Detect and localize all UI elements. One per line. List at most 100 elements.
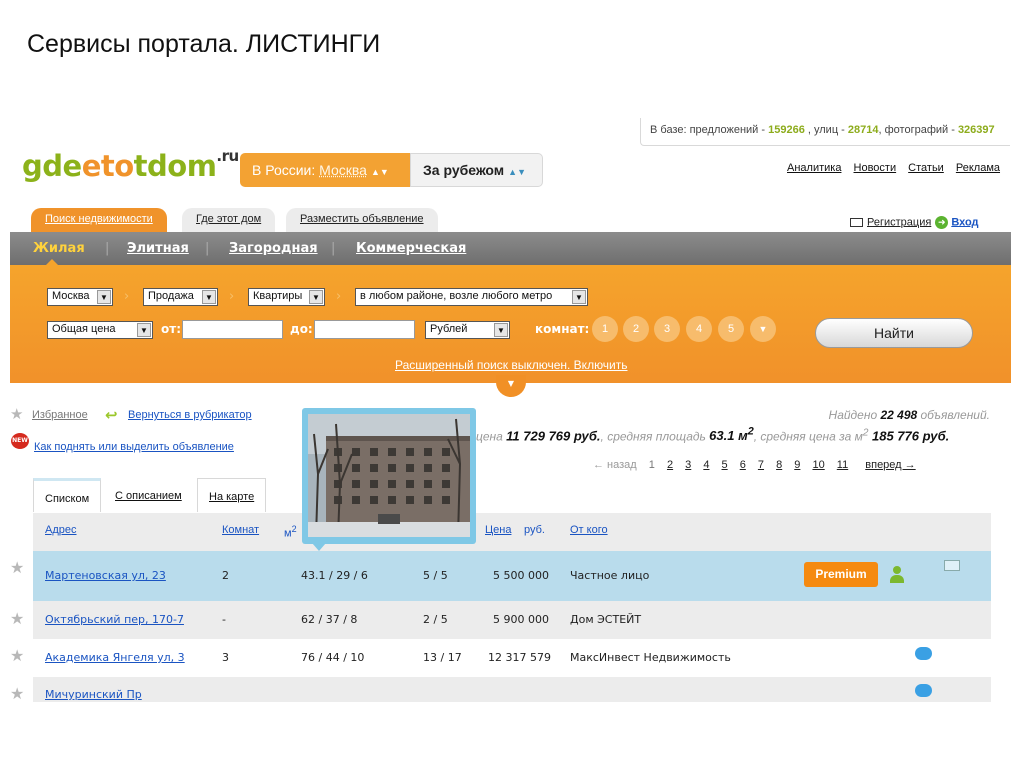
row-address[interactable]: Мартеновская ул, 23 bbox=[45, 569, 166, 582]
table-row[interactable]: Октябрьский пер, 170-7 - 62 / 37 / 8 2 /… bbox=[33, 601, 991, 639]
pager-next[interactable]: вперед → bbox=[865, 459, 915, 471]
favorites-link[interactable]: Избранное bbox=[32, 409, 88, 421]
articles-link[interactable]: Статьи bbox=[908, 162, 944, 174]
header-address[interactable]: Адрес bbox=[45, 524, 77, 536]
login-link[interactable]: Вход bbox=[951, 216, 978, 228]
more-rooms-icon[interactable]: ▼ bbox=[750, 316, 776, 342]
row-address[interactable]: Академика Янгеля ул, 3 bbox=[45, 651, 185, 664]
logo-part-3: tdom bbox=[133, 149, 217, 183]
pager-page[interactable]: 2 bbox=[667, 459, 673, 471]
tab-description-view[interactable]: С описанием bbox=[104, 478, 193, 512]
updown-icon: ▲▼ bbox=[508, 167, 526, 177]
pagination: ← назад 1 2 3 4 5 6 7 8 9 10 11 вперед → bbox=[593, 459, 916, 471]
category-elite[interactable]: Элитная bbox=[127, 241, 189, 256]
stats-prefix: В базе: предложений - bbox=[650, 124, 769, 136]
pager-page[interactable]: 3 bbox=[685, 459, 691, 471]
row-address[interactable]: Мичуринский Пр bbox=[45, 688, 142, 701]
category-commercial[interactable]: Коммерческая bbox=[356, 241, 466, 256]
category-nav: Жилая | Элитная | Загородная | Коммерчес… bbox=[10, 232, 1011, 265]
favorite-star-icon[interactable]: ★ bbox=[10, 609, 24, 628]
chevron-right-icon: › bbox=[229, 289, 235, 304]
ads-link[interactable]: Реклама bbox=[956, 162, 1000, 174]
comment-bubble-icon[interactable] bbox=[915, 647, 932, 660]
area-value: в любом районе, возле любого метро bbox=[360, 290, 553, 302]
price-to-label: до: bbox=[290, 322, 313, 336]
building-photo[interactable] bbox=[308, 414, 470, 537]
photo-icon[interactable] bbox=[944, 560, 960, 571]
found-count: Найдено 22 498 объявлений. bbox=[829, 408, 990, 422]
header-from[interactable]: От кого bbox=[570, 524, 608, 536]
register-link[interactable]: Регистрация bbox=[867, 216, 931, 228]
row-floor: 5 / 5 bbox=[423, 569, 448, 582]
chevron-right-icon: › bbox=[336, 289, 342, 304]
tab-map-view[interactable]: На карте bbox=[197, 478, 267, 512]
table-header: Адрес Комнат м2 Цена руб. От кого bbox=[33, 513, 991, 551]
pager-page[interactable]: 4 bbox=[703, 459, 709, 471]
updown-icon: ▲▼ bbox=[370, 167, 389, 177]
favorite-star-icon[interactable]: ★ bbox=[10, 558, 24, 577]
collapse-panel-icon[interactable]: ▼ bbox=[496, 375, 526, 397]
room-4-button[interactable]: 4 bbox=[686, 316, 712, 342]
news-link[interactable]: Новости bbox=[854, 162, 897, 174]
header-area[interactable]: м2 bbox=[284, 524, 297, 540]
row-area: 43.1 / 29 / 6 bbox=[301, 569, 368, 582]
room-2-button[interactable]: 2 bbox=[623, 316, 649, 342]
pager-page[interactable]: 5 bbox=[722, 459, 728, 471]
find-button[interactable]: Найти bbox=[815, 318, 973, 348]
price-from-input[interactable] bbox=[182, 320, 283, 339]
deal-select[interactable]: Продажа ▼ bbox=[143, 288, 218, 306]
analytics-link[interactable]: Аналитика bbox=[787, 162, 841, 174]
row-floor: 13 / 17 bbox=[423, 651, 462, 664]
pager-page[interactable]: 8 bbox=[776, 459, 782, 471]
table-row[interactable]: Мичуринский Пр bbox=[33, 677, 991, 702]
area-select[interactable]: в любом районе, возле любого метро ▼ bbox=[355, 288, 588, 306]
advanced-search-toggle[interactable]: Расширенный поиск выключен. Включить bbox=[395, 358, 628, 372]
auth-links: Регистрация ➜ Вход bbox=[850, 216, 979, 229]
back-arrow-icon: ↩ bbox=[105, 406, 118, 424]
pager-back[interactable]: ← назад bbox=[593, 459, 637, 471]
popup-pointer bbox=[312, 543, 326, 551]
pager-page[interactable]: 6 bbox=[740, 459, 746, 471]
pager-page[interactable]: 11 bbox=[837, 459, 848, 471]
row-area: 76 / 44 / 10 bbox=[301, 651, 365, 664]
room-3-button[interactable]: 3 bbox=[654, 316, 680, 342]
deal-value: Продажа bbox=[148, 290, 194, 302]
room-5-button[interactable]: 5 bbox=[718, 316, 744, 342]
table-row[interactable]: Академика Янгеля ул, 3 3 76 / 44 / 10 13… bbox=[33, 639, 991, 677]
category-residential[interactable]: Жилая bbox=[33, 241, 85, 256]
tab-post-ad[interactable]: Разместить объявление bbox=[286, 208, 438, 232]
category-country[interactable]: Загородная bbox=[229, 241, 318, 256]
avg-price: 11 729 769 руб. bbox=[506, 428, 601, 444]
room-1-button[interactable]: 1 bbox=[592, 316, 618, 342]
row-price: 12 317 579 bbox=[488, 651, 551, 664]
price-type-select[interactable]: Общая цена ▼ bbox=[47, 321, 153, 339]
stats-offers: 159266 bbox=[768, 124, 805, 136]
header-rooms[interactable]: Комнат bbox=[222, 524, 259, 536]
currency-select[interactable]: Рублей ▼ bbox=[425, 321, 510, 339]
favorite-star-icon[interactable]: ★ bbox=[10, 646, 24, 665]
chevron-right-icon: › bbox=[124, 289, 130, 304]
tab-property-search[interactable]: Поиск недвижимости bbox=[31, 208, 167, 232]
pager-page[interactable]: 7 bbox=[758, 459, 764, 471]
tab-where-house[interactable]: Где этот дом bbox=[182, 208, 276, 232]
tab-list-view[interactable]: Списком bbox=[33, 478, 102, 512]
row-address[interactable]: Октябрьский пер, 170-7 bbox=[45, 613, 184, 626]
row-rooms: - bbox=[222, 613, 226, 626]
russia-location-button[interactable]: В России: Москва ▲▼ bbox=[240, 153, 410, 187]
type-select[interactable]: Квартиры ▼ bbox=[248, 288, 325, 306]
header-price[interactable]: Цена bbox=[485, 524, 511, 536]
premium-badge[interactable]: Premium bbox=[804, 562, 878, 587]
promote-ad-link[interactable]: Как поднять или выделить объявление bbox=[34, 441, 234, 453]
pager-page[interactable]: 10 bbox=[812, 459, 824, 471]
header-area-label: м bbox=[284, 527, 292, 540]
price-to-input[interactable] bbox=[314, 320, 415, 339]
city-select-box[interactable]: Москва ▼ bbox=[47, 288, 113, 306]
site-logo[interactable]: gdeetotdom.ru bbox=[22, 147, 239, 183]
city-select[interactable]: Москва bbox=[319, 162, 367, 178]
logo-suffix: .ru bbox=[216, 147, 239, 165]
pager-page[interactable]: 9 bbox=[794, 459, 800, 471]
comment-bubble-icon[interactable] bbox=[915, 684, 932, 697]
abroad-button[interactable]: За рубежом ▲▼ bbox=[410, 153, 543, 187]
back-to-catalog-link[interactable]: Вернуться в рубрикатор bbox=[128, 409, 252, 421]
favorite-star-icon[interactable]: ★ bbox=[10, 684, 24, 703]
